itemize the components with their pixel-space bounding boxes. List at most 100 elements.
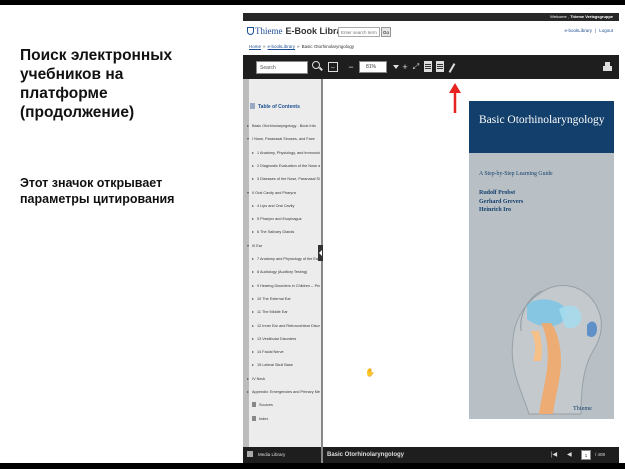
chevron-right-icon[interactable]: ▸ bbox=[252, 254, 254, 264]
toc-item[interactable]: ▸ 5 Pharynx and Esophagus bbox=[252, 214, 320, 224]
zoom-in-icon[interactable]: + bbox=[401, 61, 409, 73]
breadcrumb-home[interactable]: Home bbox=[249, 44, 261, 49]
toc-item[interactable]: ▸ 6 The Salivary Glands bbox=[252, 227, 320, 237]
chevron-right-icon[interactable]: ▸ bbox=[252, 307, 254, 317]
header-go-button[interactable]: Go bbox=[381, 27, 391, 37]
chevron-right-icon[interactable]: ▸ bbox=[247, 374, 249, 384]
toc-item[interactable]: ▸12 Inner Ear and Retrocochlear Disorder… bbox=[252, 321, 320, 331]
toc-item[interactable]: ▸ 15 Lateral Skull Base bbox=[252, 360, 320, 370]
toc-book-icon bbox=[250, 103, 255, 109]
toc-item[interactable]: ▸ Basic Otorhinolaryngology - Book Info bbox=[247, 121, 320, 131]
toc-item-label: IV Neck bbox=[252, 376, 266, 381]
media-library-label: Media Library bbox=[258, 452, 286, 457]
chevron-right-icon[interactable]: ▸ bbox=[247, 387, 249, 397]
toc-item-label: Appendix: Emergencies and Primary Measur… bbox=[252, 390, 320, 394]
chevron-right-icon[interactable]: ▸ bbox=[252, 161, 254, 171]
ebook-library-window: Welcome , Thieme Verlagsgruppe Thieme E-B… bbox=[243, 13, 619, 463]
cover-authors: Rudolf Probst Gerhard Grevers Heinrich I… bbox=[479, 189, 523, 215]
app-header: Thieme E-Book Library Enter search term G… bbox=[243, 21, 619, 43]
chevron-right-icon[interactable]: ▸ bbox=[252, 281, 254, 291]
red-arrow-pointer bbox=[449, 83, 461, 113]
toc-item[interactable]: ▸ 2 Diagnostic Evaluation of the Nose and bbox=[252, 161, 320, 171]
note-icon[interactable] bbox=[436, 61, 444, 72]
chevron-down-icon[interactable]: ▾ bbox=[247, 134, 249, 144]
toc-item[interactable]: ▸ 10 The External Ear bbox=[252, 294, 320, 304]
media-library-icon bbox=[247, 451, 253, 457]
cover-title: Basic Otorhinolaryngology bbox=[479, 114, 605, 126]
chevron-right-icon[interactable]: ▸ bbox=[252, 174, 254, 184]
slide-top-border bbox=[0, 0, 625, 5]
toc-header[interactable]: Table of Contents bbox=[250, 103, 300, 110]
slide-title: Поиск электронных учебников на платформе… bbox=[20, 47, 173, 121]
toc-item[interactable]: Index bbox=[252, 414, 320, 424]
toc-item[interactable]: ▸3 Diseases of the Nose, Paranasal Sinus… bbox=[252, 174, 320, 184]
slide-note: Этот значок открывает параметры цитирова… bbox=[20, 176, 175, 206]
chevron-right-icon[interactable]: ▸ bbox=[252, 360, 254, 370]
media-library-bar[interactable]: Media Library bbox=[243, 447, 321, 463]
fit-page-icon[interactable]: ⇔ bbox=[328, 62, 338, 72]
viewer-toolbar: Search ⇔ − 81% + ⤢ bbox=[243, 55, 619, 79]
chevron-right-icon[interactable]: ▸ bbox=[252, 214, 254, 224]
header-link-library[interactable]: e-bookLibrary bbox=[565, 28, 593, 33]
toc-item[interactable]: ▸ 4 Lips and Oral Cavity bbox=[252, 201, 320, 211]
chevron-right-icon[interactable]: ▸ bbox=[252, 201, 254, 211]
cover-title-band bbox=[469, 101, 614, 153]
zoom-level-field[interactable]: 81% bbox=[359, 61, 387, 73]
header-search-input[interactable]: Enter search term bbox=[338, 27, 380, 37]
toc-item[interactable]: ▸ 7 Anatomy and Physiology of the Ear bbox=[252, 254, 320, 264]
page-number-input[interactable]: 1 bbox=[581, 450, 591, 460]
bookmark-icon[interactable] bbox=[424, 61, 432, 72]
print-icon[interactable] bbox=[603, 62, 612, 72]
toc-item[interactable]: ▾ III Ear bbox=[247, 241, 320, 251]
chevron-right-icon[interactable]: ▸ bbox=[252, 334, 254, 344]
chevron-right-icon[interactable]: ▸ bbox=[252, 227, 254, 237]
zoom-out-icon[interactable]: − bbox=[347, 61, 355, 73]
first-page-icon[interactable]: |◀ bbox=[551, 447, 557, 463]
search-icon[interactable] bbox=[312, 61, 320, 69]
toc-item[interactable]: Sources bbox=[252, 400, 320, 410]
toc-item[interactable]: ▸ 11 The Middle Ear bbox=[252, 307, 320, 317]
chevron-down-icon[interactable] bbox=[393, 65, 399, 69]
chevron-right-icon[interactable]: ▸ bbox=[252, 294, 254, 304]
chevron-right-icon[interactable]: ▸ bbox=[252, 321, 254, 331]
toc-item[interactable]: ▾ I Nose, Paranasal Sinuses, and Face bbox=[247, 134, 320, 144]
chevron-down-icon[interactable]: ▾ bbox=[247, 241, 249, 251]
chevron-right-icon[interactable]: ▸ bbox=[252, 347, 254, 357]
chevron-right-icon[interactable]: ▸ bbox=[252, 148, 254, 158]
toc-item-label: 5 Pharynx and Esophagus bbox=[257, 217, 302, 222]
expand-icon[interactable]: ⤢ bbox=[411, 61, 421, 73]
file-icon bbox=[252, 402, 256, 408]
cover-subtitle: A Step-by-Step Learning Guide bbox=[479, 171, 553, 177]
prev-page-icon[interactable]: ◀ bbox=[567, 447, 572, 463]
toc-item-label: 9 Hearing Disorders in Children -- Pedia… bbox=[257, 283, 320, 288]
toc-item[interactable]: ▸ 1 Anatomy, Physiology, and Immunology bbox=[252, 148, 320, 158]
toc-item[interactable]: ▸ 8 Audiology (Auditory Testing) bbox=[252, 267, 320, 277]
breadcrumb-separator: » bbox=[297, 44, 300, 49]
toc-item[interactable]: ▸ 14 Facial Nerve bbox=[252, 347, 320, 357]
hand-cursor-icon: ✋ bbox=[365, 368, 375, 377]
chevron-right-icon[interactable]: ▸ bbox=[252, 267, 254, 277]
breadcrumb-current: Basic Otorhinolaryngology bbox=[301, 44, 355, 49]
toc-item-label: 3 Diseases of the Nose, Paranasal Sinuse… bbox=[257, 177, 320, 182]
thieme-logo[interactable]: Thieme E-Book Library bbox=[247, 26, 350, 36]
citation-pencil-icon[interactable] bbox=[448, 63, 456, 73]
chevron-right-icon[interactable]: ▸ bbox=[247, 121, 249, 131]
page-count: / 408 bbox=[595, 452, 606, 457]
toc-item[interactable]: ▸ IV Neck bbox=[247, 374, 320, 384]
file-icon bbox=[252, 415, 256, 421]
toc-item[interactable]: ▸9 Hearing Disorders in Children -- Pedi… bbox=[252, 281, 320, 291]
logo-brand: Thieme bbox=[255, 26, 283, 36]
toc-item[interactable]: ▾ II Oral Cavity and Pharynx bbox=[247, 188, 320, 198]
cover-publisher: Thieme bbox=[573, 405, 592, 412]
book-search-input[interactable]: Search bbox=[256, 61, 308, 74]
toc-item-label: 6 The Salivary Glands bbox=[257, 230, 295, 235]
chevron-down-icon[interactable]: ▾ bbox=[247, 188, 249, 198]
welcome-text: Welcome , Thieme Verlagsgruppe bbox=[550, 13, 613, 21]
toc-item-label: 14 Facial Nerve bbox=[257, 350, 284, 355]
toc-item[interactable]: ▸ 13 Vestibular Disorders bbox=[252, 334, 320, 344]
page-viewer[interactable]: ✋ Basic Otorhinolaryngology A Step-by-St… bbox=[323, 79, 619, 447]
toc-item[interactable]: ▸Appendix: Emergencies and Primary Measu… bbox=[247, 387, 320, 397]
breadcrumb-library[interactable]: e-bookLibrary bbox=[268, 44, 296, 49]
toc-item-label: 1 Anatomy, Physiology, and Immunology bbox=[257, 150, 320, 155]
header-link-logout[interactable]: Logout bbox=[599, 28, 613, 33]
